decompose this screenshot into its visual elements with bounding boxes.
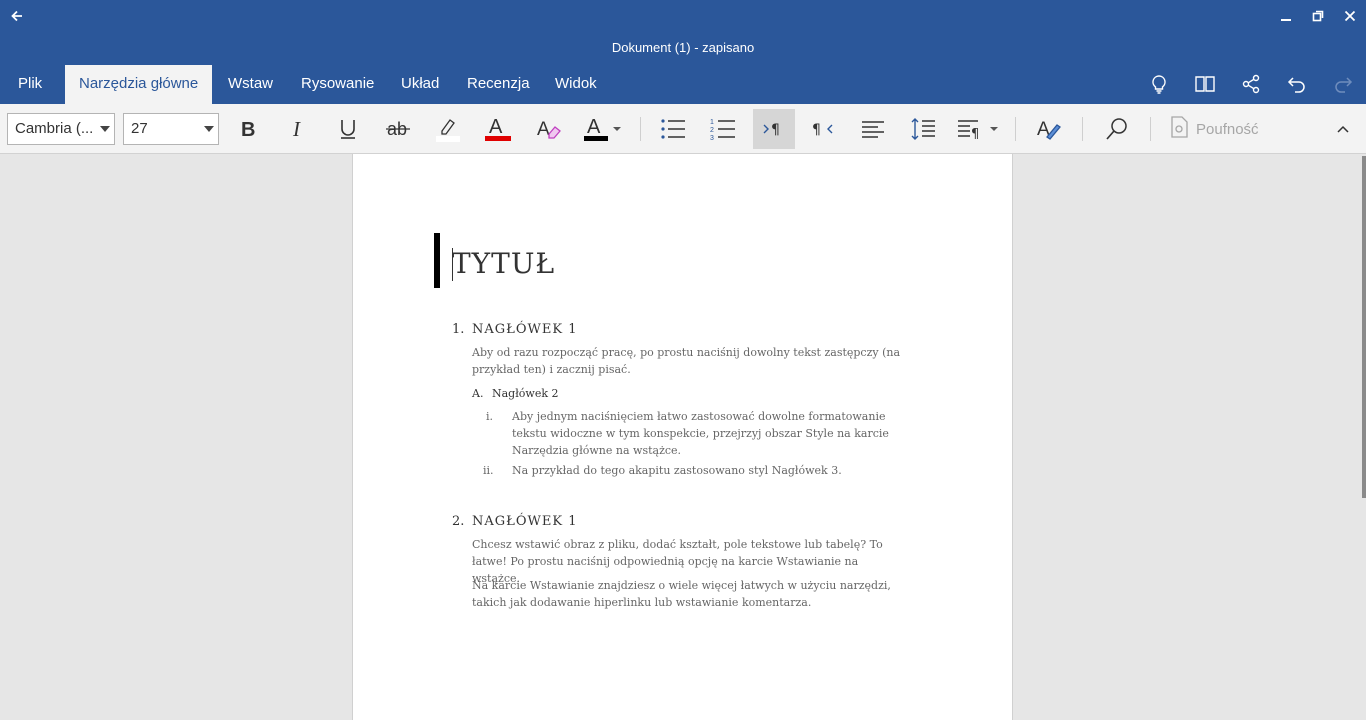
svg-text:B: B <box>241 119 255 139</box>
toolbar-separator <box>1082 117 1083 141</box>
minimize-icon[interactable] <box>1270 4 1302 28</box>
toolbar-separator <box>640 117 641 141</box>
svg-text:I: I <box>292 119 301 139</box>
document-page[interactable]: TYTUŁ 1. NAGŁÓWEK 1 Aby od razu rozpoczą… <box>352 154 1013 720</box>
svg-text:3: 3 <box>710 135 714 141</box>
back-arrow-icon[interactable] <box>6 5 28 27</box>
sensitivity-icon <box>1170 116 1188 142</box>
tab-uklad[interactable]: Układ <box>387 65 453 104</box>
align-left-button[interactable] <box>853 109 893 149</box>
list-item[interactable]: Aby jednym naciśnięciem łatwo zastosować… <box>512 408 907 459</box>
sensitivity-label: Poufność <box>1196 120 1259 138</box>
heading-1[interactable]: NAGŁÓWEK 1 <box>472 513 577 531</box>
undo-icon[interactable] <box>1274 64 1320 104</box>
tab-widok[interactable]: Widok <box>541 65 611 104</box>
window-controls <box>1270 4 1366 28</box>
underline-button[interactable] <box>328 109 368 149</box>
font-name-select[interactable]: Cambria (... <box>7 113 115 145</box>
strikethrough-button[interactable]: ab <box>378 109 418 149</box>
styles-button[interactable]: A <box>1028 109 1070 149</box>
window-title: Dokument (1) - zapisano <box>611 40 755 55</box>
heading-2[interactable]: Nagłówek 2 <box>492 385 559 402</box>
paragraph-styles-button[interactable]: ¶ <box>953 109 1003 149</box>
highlight-button[interactable] <box>428 109 468 149</box>
restore-icon[interactable] <box>1302 4 1334 28</box>
chevron-down-icon <box>204 126 214 132</box>
find-button[interactable] <box>1096 109 1138 149</box>
body-paragraph[interactable]: Na karcie Wstawianie znajdziesz o wiele … <box>472 577 907 611</box>
svg-text:A: A <box>587 116 601 138</box>
line-spacing-button[interactable] <box>903 109 943 149</box>
paragraph-style-marker <box>434 233 440 288</box>
list-item-number: ii. <box>483 464 494 477</box>
clear-formatting-button[interactable]: A <box>528 109 568 149</box>
redo-icon[interactable] <box>1320 64 1366 104</box>
list-item[interactable]: Na przykład do tego akapitu zastosowano … <box>512 462 907 479</box>
chevron-down-icon <box>100 126 110 132</box>
vertical-scrollbar[interactable] <box>1362 154 1366 720</box>
svg-text:¶: ¶ <box>971 127 979 140</box>
font-name-value: Cambria (... <box>15 120 94 137</box>
italic-button[interactable]: I <box>278 109 318 149</box>
body-paragraph[interactable]: Aby od razu rozpocząć pracę, po prostu n… <box>472 344 907 378</box>
heading-1[interactable]: NAGŁÓWEK 1 <box>472 321 577 339</box>
subheading-number: A. <box>472 387 484 400</box>
svg-text:A: A <box>489 116 503 138</box>
toolbar-separator <box>1150 117 1151 141</box>
collapse-ribbon-icon[interactable] <box>1330 109 1356 149</box>
heading-number: 1. <box>452 322 465 337</box>
svg-text:A: A <box>537 119 550 140</box>
font-size-value: 27 <box>131 120 148 137</box>
close-icon[interactable] <box>1334 4 1366 28</box>
ribbon-right-icons <box>1136 64 1366 104</box>
bullet-list-button[interactable] <box>653 109 693 149</box>
svg-text:¶: ¶ <box>771 122 780 138</box>
share-icon[interactable] <box>1228 64 1274 104</box>
bold-button[interactable]: B <box>228 109 268 149</box>
tab-narzedzia-glowne[interactable]: Narzędzia główne <box>65 65 213 104</box>
svg-text:1: 1 <box>710 119 714 126</box>
heading-number: 2. <box>452 514 465 529</box>
ltr-paragraph-button[interactable]: ¶ <box>753 109 795 149</box>
document-title[interactable]: TYTUŁ <box>452 244 555 284</box>
text-color-button[interactable]: A <box>578 109 628 149</box>
home-toolbar: Cambria (... 27 B I ab A A A 123 ¶ ¶ ¶ A… <box>0 104 1366 154</box>
tab-plik[interactable]: Plik <box>4 65 56 104</box>
toolbar-separator <box>1015 117 1016 141</box>
rtl-paragraph-button[interactable]: ¶ <box>803 109 843 149</box>
list-item-number: i. <box>486 410 494 423</box>
svg-text:¶: ¶ <box>812 122 821 138</box>
lightbulb-icon[interactable] <box>1136 64 1182 104</box>
tab-recenzja[interactable]: Recenzja <box>453 65 544 104</box>
title-bar: Dokument (1) - zapisano <box>0 0 1366 64</box>
tab-rysowanie[interactable]: Rysowanie <box>287 65 388 104</box>
reading-view-icon[interactable] <box>1182 64 1228 104</box>
font-color-button[interactable]: A <box>478 109 518 149</box>
sensitivity-button[interactable]: Poufność <box>1170 109 1259 149</box>
tab-wstaw[interactable]: Wstaw <box>214 65 287 104</box>
ribbon-tabs: Plik Narzędzia główne Wstaw Rysowanie Uk… <box>0 64 1366 104</box>
svg-text:2: 2 <box>710 127 714 134</box>
numbered-list-button[interactable]: 123 <box>703 109 743 149</box>
scrollbar-thumb[interactable] <box>1362 156 1366 498</box>
font-size-select[interactable]: 27 <box>123 113 219 145</box>
text-cursor <box>452 248 453 281</box>
